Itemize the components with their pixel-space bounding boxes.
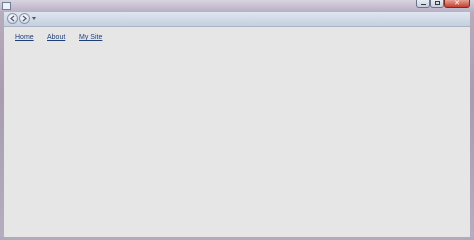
- window-titlebar[interactable]: ✕: [0, 0, 474, 12]
- minimize-button[interactable]: [416, 0, 430, 8]
- close-button[interactable]: ✕: [444, 0, 470, 8]
- link-home[interactable]: Home: [15, 33, 34, 42]
- chevron-down-icon[interactable]: [32, 17, 36, 20]
- forward-button[interactable]: [19, 13, 30, 24]
- maximize-button[interactable]: [430, 0, 444, 8]
- link-about[interactable]: About: [47, 33, 65, 42]
- close-icon: ✕: [454, 0, 460, 7]
- app-icon[interactable]: [2, 2, 11, 10]
- minimize-icon: [417, 0, 429, 7]
- forward-arrow-icon: [22, 15, 27, 22]
- page-content: Home About My Site: [4, 27, 470, 237]
- navigation-toolbar: [4, 12, 470, 27]
- link-my-site[interactable]: My Site: [79, 33, 102, 42]
- back-button[interactable]: [7, 13, 18, 24]
- back-arrow-icon: [10, 15, 15, 22]
- maximize-icon: [431, 0, 443, 7]
